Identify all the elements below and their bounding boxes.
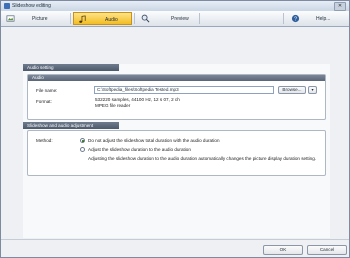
music-note-icon [79, 15, 86, 23]
cancel-button[interactable]: Cancel [307, 245, 347, 255]
tab-audio[interactable]: Audio [73, 12, 132, 25]
radio-do-not-adjust[interactable] [80, 138, 85, 143]
option-do-not-adjust-label: Do not adjust the slideshow total durati… [88, 138, 220, 143]
toolbar: Picture Audio Preview ? Help... [1, 11, 349, 27]
picture-icon [6, 15, 15, 22]
audio-setting-group-title: Audio setting [23, 64, 119, 71]
tab-help-label: Help... [316, 16, 331, 22]
browse-dropdown-button[interactable]: ▼ [308, 86, 317, 94]
toolbar-separator [134, 13, 135, 24]
audio-section: Audio File name: C:\Softpedia_files\Soft… [27, 74, 326, 120]
file-name-field[interactable]: C:\Softpedia_files\Softpedia Tested.mp3 [94, 86, 274, 94]
method-label: Method: [36, 138, 53, 143]
slideshow-section: Method: Do not adjust the slideshow tota… [27, 130, 326, 176]
option-adjust-label: Adjust the slideshow duration to the aud… [88, 147, 191, 152]
file-name-label: File name: [36, 88, 58, 93]
radio-adjust[interactable] [80, 147, 85, 152]
browse-button[interactable]: Browse... [278, 86, 306, 94]
format-details: 532220 samples, 44100 Hz, 12 s 07, 2 ch [95, 97, 180, 102]
format-label: Format: [36, 99, 52, 104]
close-button[interactable]: ✕ [334, 2, 346, 11]
preview-icon [141, 14, 150, 23]
adjust-note: Adjusting the slideshow duration to the … [88, 156, 317, 161]
toolbar-separator [283, 13, 284, 24]
tab-preview[interactable]: Preview [137, 12, 197, 25]
app-icon [4, 3, 10, 9]
tab-preview-label: Preview [171, 16, 189, 22]
dialog-footer: OK Cancel [1, 239, 349, 257]
ok-button[interactable]: OK [263, 245, 303, 255]
svg-text:?: ? [294, 16, 297, 22]
toolbar-separator [70, 13, 71, 24]
toolbar-separator [199, 13, 200, 24]
audio-section-title: Audio [28, 75, 325, 81]
slideshow-group-title: Slideshow and audio adjustment [23, 122, 119, 129]
tab-help[interactable]: ? Help... [285, 12, 347, 25]
tab-picture[interactable]: Picture [2, 12, 68, 25]
settings-panel: Audio setting Audio File name: C:\Softpe… [23, 64, 330, 238]
help-icon: ? [291, 14, 300, 22]
window-title: Slideshow editing [12, 3, 51, 9]
tab-audio-label: Audio [105, 17, 118, 23]
format-reader: MPEG file reader [95, 103, 131, 108]
slideshow-editing-window: Slideshow editing ✕ Picture Audio Previe… [0, 0, 350, 258]
tab-picture-label: Picture [32, 16, 48, 22]
